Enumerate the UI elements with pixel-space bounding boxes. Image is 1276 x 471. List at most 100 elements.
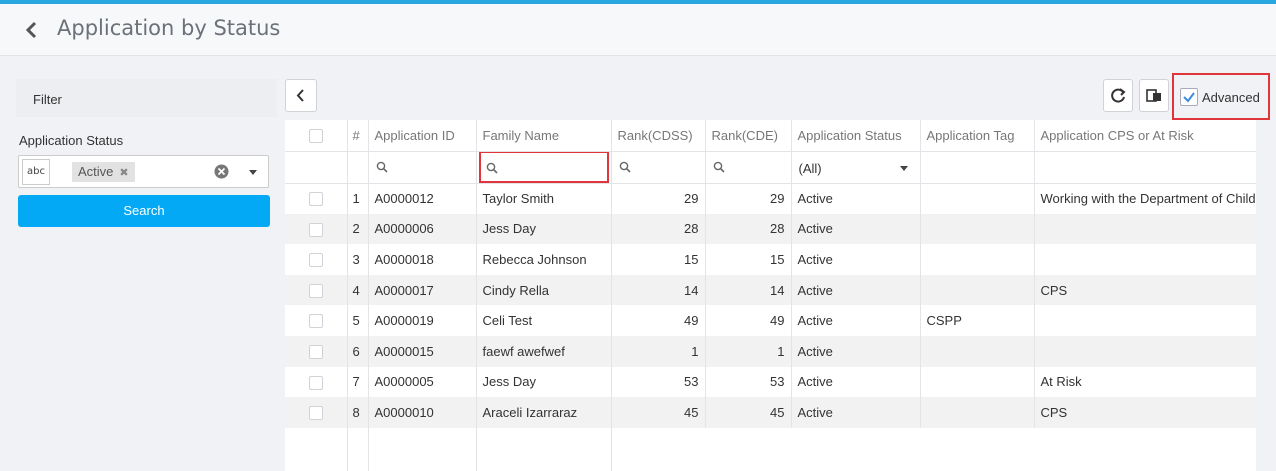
table-row[interactable]: 2 A0000006 Jess Day 28 28 Active xyxy=(285,213,1256,245)
row-checkbox[interactable] xyxy=(308,406,323,421)
rank-cde: 53 xyxy=(705,366,792,398)
search-icon xyxy=(713,161,725,173)
remove-tag-icon[interactable]: ✖ xyxy=(119,163,128,183)
search-icon xyxy=(486,162,498,174)
table-row[interactable]: 4 A0000017 Cindy Rella 14 14 Active CPS xyxy=(285,274,1256,306)
row-checkbox[interactable] xyxy=(308,222,323,237)
back-chevron-icon[interactable] xyxy=(24,20,40,40)
rank-cdss: 15 xyxy=(611,244,706,275)
row-select-cell[interactable] xyxy=(285,366,348,398)
table-row[interactable]: 8 A0000010 Araceli Izarraraz 45 45 Active CPS xyxy=(285,397,1256,428)
cps-at-risk-filter[interactable] xyxy=(1034,151,1256,184)
rank-cde: 49 xyxy=(705,305,792,336)
advanced-checkbox[interactable] xyxy=(1180,88,1198,106)
column-header-rank-cdss[interactable]: Rank(CDSS) xyxy=(611,120,706,152)
select-all-cell[interactable] xyxy=(285,120,348,152)
column-header-rank-cde[interactable]: Rank(CDE) xyxy=(705,120,792,152)
row-select-cell[interactable] xyxy=(285,244,348,275)
application-status: Active xyxy=(791,244,921,275)
application-tag xyxy=(920,213,1035,245)
application-tag xyxy=(920,397,1035,428)
page-header: Application by Status xyxy=(0,4,1276,56)
row-checkbox[interactable] xyxy=(308,345,323,360)
rank-cdss-filter[interactable] xyxy=(611,151,706,184)
family-name-filter[interactable] xyxy=(476,151,612,184)
cps-at-risk: At Risk xyxy=(1034,366,1256,398)
rank-cde: 45 xyxy=(705,397,792,428)
table-row[interactable]: 3 A0000018 Rebecca Johnson 15 15 Active xyxy=(285,244,1256,275)
table-row[interactable]: 1 A0000012 Taylor Smith 29 29 Active Working w… xyxy=(285,183,1256,214)
application-status: Active xyxy=(791,397,921,428)
collapse-panel-button[interactable] xyxy=(285,79,317,112)
application-id-link[interactable]: A0000015 xyxy=(368,335,477,367)
rank-cde: 1 xyxy=(705,335,792,367)
filter-row: (All) xyxy=(285,151,1256,184)
application-status: Active xyxy=(791,274,921,306)
application-tag xyxy=(920,183,1035,214)
family-name: Celi Test xyxy=(476,305,612,336)
row-checkbox[interactable] xyxy=(308,314,323,329)
column-header-number[interactable]: # xyxy=(347,120,369,152)
application-status-select[interactable]: abc Active ✖ xyxy=(18,155,269,188)
row-number: 7 xyxy=(347,366,369,398)
refresh-button[interactable] xyxy=(1103,79,1133,112)
filter-heading: Filter xyxy=(16,79,277,117)
clear-icon[interactable] xyxy=(214,164,229,179)
cps-at-risk: Working with the Department of Children xyxy=(1034,183,1256,214)
table-row[interactable]: 6 A0000015 faewf awefwef 1 1 Active xyxy=(285,335,1256,367)
application-id-link[interactable]: A0000006 xyxy=(368,213,477,245)
row-select-cell[interactable] xyxy=(285,335,348,367)
row-select-cell[interactable] xyxy=(285,397,348,428)
column-header-family-name[interactable]: Family Name xyxy=(476,120,612,152)
application-id-link[interactable]: A0000012 xyxy=(368,183,477,214)
application-status-filter[interactable]: (All) xyxy=(791,151,921,184)
row-select-cell[interactable] xyxy=(285,183,348,214)
application-tag-filter[interactable] xyxy=(920,151,1035,184)
select-all-checkbox[interactable] xyxy=(308,129,323,144)
family-name: Araceli Izarraraz xyxy=(476,397,612,428)
family-name-filter-highlight[interactable] xyxy=(478,151,609,182)
chevron-down-icon[interactable] xyxy=(249,170,257,175)
application-id-link[interactable]: A0000018 xyxy=(368,244,477,275)
row-checkbox[interactable] xyxy=(308,253,323,268)
row-checkbox[interactable] xyxy=(308,192,323,207)
search-button[interactable]: Search xyxy=(18,195,270,227)
application-status: Active xyxy=(791,335,921,367)
cps-at-risk xyxy=(1034,244,1256,275)
rank-cdss: 53 xyxy=(611,366,706,398)
family-name: faewf awefwef xyxy=(476,335,612,367)
row-checkbox[interactable] xyxy=(308,375,323,390)
row-select-cell[interactable] xyxy=(285,274,348,306)
application-id-link[interactable]: A0000010 xyxy=(368,397,477,428)
rank-cdss: 1 xyxy=(611,335,706,367)
table-row[interactable]: 5 A0000019 Celi Test 49 49 Active CSPP xyxy=(285,305,1256,336)
cps-at-risk xyxy=(1034,335,1256,367)
table-row[interactable]: 7 A0000005 Jess Day 53 53 Active At Risk xyxy=(285,366,1256,398)
column-header-application-status[interactable]: Application Status xyxy=(791,120,921,152)
column-header-application-id[interactable]: Application ID xyxy=(368,120,477,152)
filter-cell-empty xyxy=(347,151,369,184)
row-select-cell[interactable] xyxy=(285,213,348,245)
export-button[interactable] xyxy=(1139,79,1169,112)
chevron-down-icon[interactable] xyxy=(899,165,908,171)
application-id-link[interactable]: A0000017 xyxy=(368,274,477,306)
checkmark-icon xyxy=(1183,92,1195,103)
grid-empty-space xyxy=(285,427,1256,471)
selected-status-tag: Active ✖ xyxy=(72,162,135,182)
rank-cde-filter[interactable] xyxy=(705,151,792,184)
rank-cde: 28 xyxy=(705,213,792,245)
row-number: 4 xyxy=(347,274,369,306)
application-id-link[interactable]: A0000019 xyxy=(368,305,477,336)
cps-at-risk xyxy=(1034,213,1256,245)
row-select-cell[interactable] xyxy=(285,305,348,336)
column-header-cps-at-risk[interactable]: Application CPS or At Risk xyxy=(1034,120,1256,152)
column-header-application-tag[interactable]: Application Tag xyxy=(920,120,1035,152)
application-id-filter[interactable] xyxy=(368,151,477,184)
family-name: Cindy Rella xyxy=(476,274,612,306)
advanced-label[interactable]: Advanced xyxy=(1202,90,1260,105)
row-checkbox[interactable] xyxy=(308,283,323,298)
application-id-link[interactable]: A0000005 xyxy=(368,366,477,398)
row-number: 2 xyxy=(347,213,369,245)
family-name: Rebecca Johnson xyxy=(476,244,612,275)
family-name: Taylor Smith xyxy=(476,183,612,214)
